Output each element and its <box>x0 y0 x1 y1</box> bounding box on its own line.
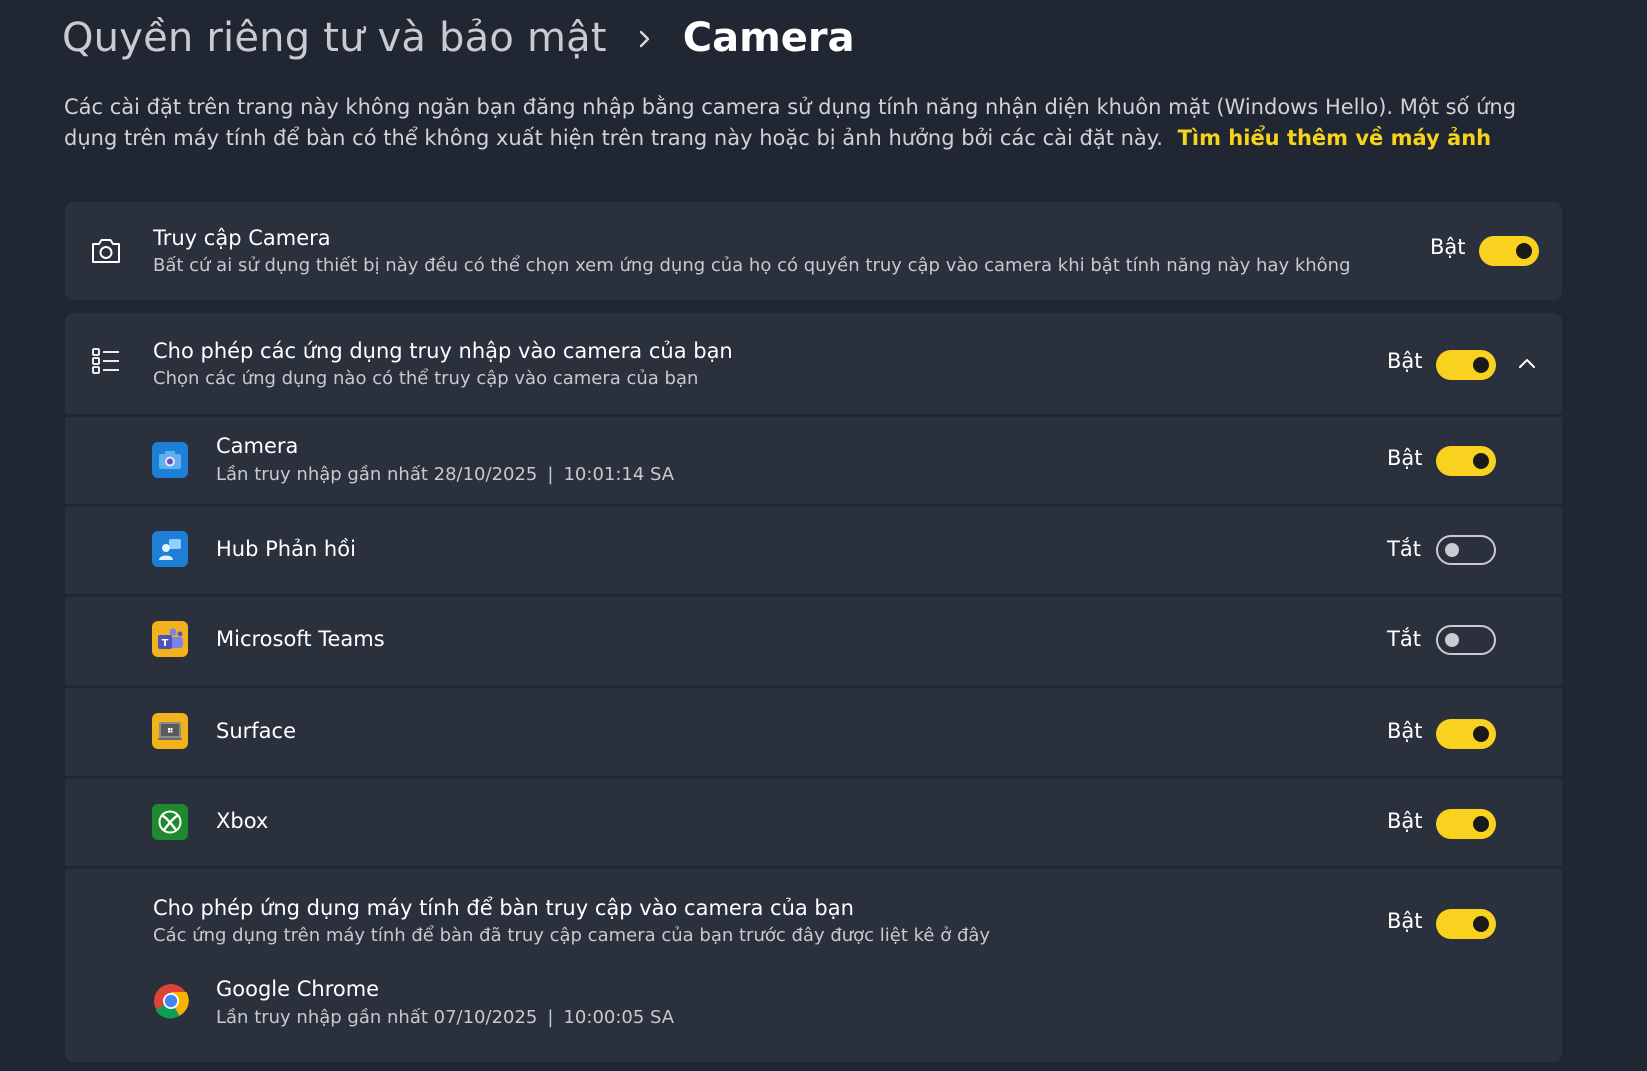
chrome-icon <box>152 982 190 1020</box>
desktop-apps-title: Cho phép ứng dụng máy tính để bàn truy c… <box>153 896 854 920</box>
separator: | <box>547 1007 554 1028</box>
app-row-camera: Camera Lần truy nhập gần nhất 28/10/2025… <box>65 417 1562 504</box>
camera-icon <box>89 235 123 267</box>
camera-access-title: Truy cập Camera <box>153 226 331 250</box>
svg-text:T: T <box>162 638 169 649</box>
list-icon <box>91 345 121 377</box>
app-row-surface: Surface Bật <box>65 688 1562 776</box>
desktop-app-name: Google Chrome <box>216 977 380 1001</box>
app-access-subtitle: Chọn các ứng dụng nào có thể truy cập và… <box>153 368 699 389</box>
last-access-time: 10:01:14 SA <box>563 464 675 485</box>
breadcrumb-parent-link[interactable]: Quyền riêng tư và bảo mật <box>62 15 607 61</box>
camera-app-icon <box>152 442 188 478</box>
page-description: Các cài đặt trên trang này không ngăn bạ… <box>64 92 1574 154</box>
last-access-time: 10:00:05 SA <box>563 1007 675 1028</box>
page-title: Camera <box>682 15 855 61</box>
app-row-xbox: Xbox Bật <box>65 779 1562 866</box>
desktop-app-last-access: Lần truy nhập gần nhất 07/10/2025 | 10:00:… <box>216 1007 674 1028</box>
camera-access-card: Truy cập Camera Bất cứ ai sử dụng thiết … <box>65 202 1562 300</box>
app-state: Bật <box>1387 446 1423 470</box>
camera-settings-page: Quyền riêng tư và bảo mật Camera Các cài… <box>0 0 1647 1071</box>
app-name: Microsoft Teams <box>216 627 385 651</box>
app-access-title: Cho phép các ứng dụng truy nhập vào came… <box>153 339 733 363</box>
app-state: Tắt <box>1387 627 1421 651</box>
app-toggle-xbox[interactable] <box>1436 809 1496 839</box>
desktop-apps-subtitle: Các ứng dụng trên máy tính để bàn đã tru… <box>153 925 991 946</box>
surface-icon <box>152 713 188 749</box>
app-state: Tắt <box>1387 537 1421 561</box>
app-toggle-surface[interactable] <box>1436 719 1496 749</box>
app-row-teams: T Microsoft Teams Tắt <box>65 597 1562 685</box>
app-name: Surface <box>216 719 297 743</box>
xbox-icon <box>152 804 188 840</box>
app-name: Camera <box>216 434 299 458</box>
app-name: Hub Phản hồi <box>216 537 356 561</box>
app-state: Bật <box>1387 809 1423 833</box>
feedback-hub-icon <box>152 531 188 567</box>
last-access-label: Lần truy nhập gần nhất 07/10/2025 <box>216 1007 538 1028</box>
camera-access-state: Bật <box>1430 235 1466 259</box>
desktop-apps-card: Cho phép ứng dụng máy tính để bàn truy c… <box>65 869 1562 1062</box>
app-name: Xbox <box>216 809 269 833</box>
desktop-apps-toggle[interactable] <box>1436 909 1496 939</box>
app-row-feedback-hub: Hub Phản hồi Tắt <box>65 507 1562 594</box>
camera-access-subtitle: Bất cứ ai sử dụng thiết bị này đều có th… <box>153 255 1351 276</box>
app-state: Bật <box>1387 719 1423 743</box>
separator: | <box>547 464 554 485</box>
breadcrumb: Quyền riêng tư và bảo mật Camera <box>62 10 855 66</box>
desktop-apps-state: Bật <box>1387 909 1423 933</box>
chevron-up-icon[interactable] <box>1515 349 1539 377</box>
teams-icon: T <box>152 621 188 657</box>
app-access-header[interactable]: Cho phép các ứng dụng truy nhập vào came… <box>65 313 1562 414</box>
app-last-access: Lần truy nhập gần nhất 28/10/2025 | 10:01:… <box>216 464 674 485</box>
app-toggle-teams[interactable] <box>1436 625 1496 655</box>
app-toggle-feedback-hub[interactable] <box>1436 535 1496 565</box>
app-toggle-camera[interactable] <box>1436 446 1496 476</box>
chevron-right-icon <box>633 18 659 58</box>
camera-access-toggle[interactable] <box>1479 236 1539 266</box>
app-access-toggle[interactable] <box>1436 350 1496 380</box>
app-access-state: Bật <box>1387 349 1423 373</box>
learn-more-link[interactable]: Tìm hiểu thêm về máy ảnh <box>1178 126 1492 150</box>
last-access-label: Lần truy nhập gần nhất 28/10/2025 <box>216 464 538 485</box>
